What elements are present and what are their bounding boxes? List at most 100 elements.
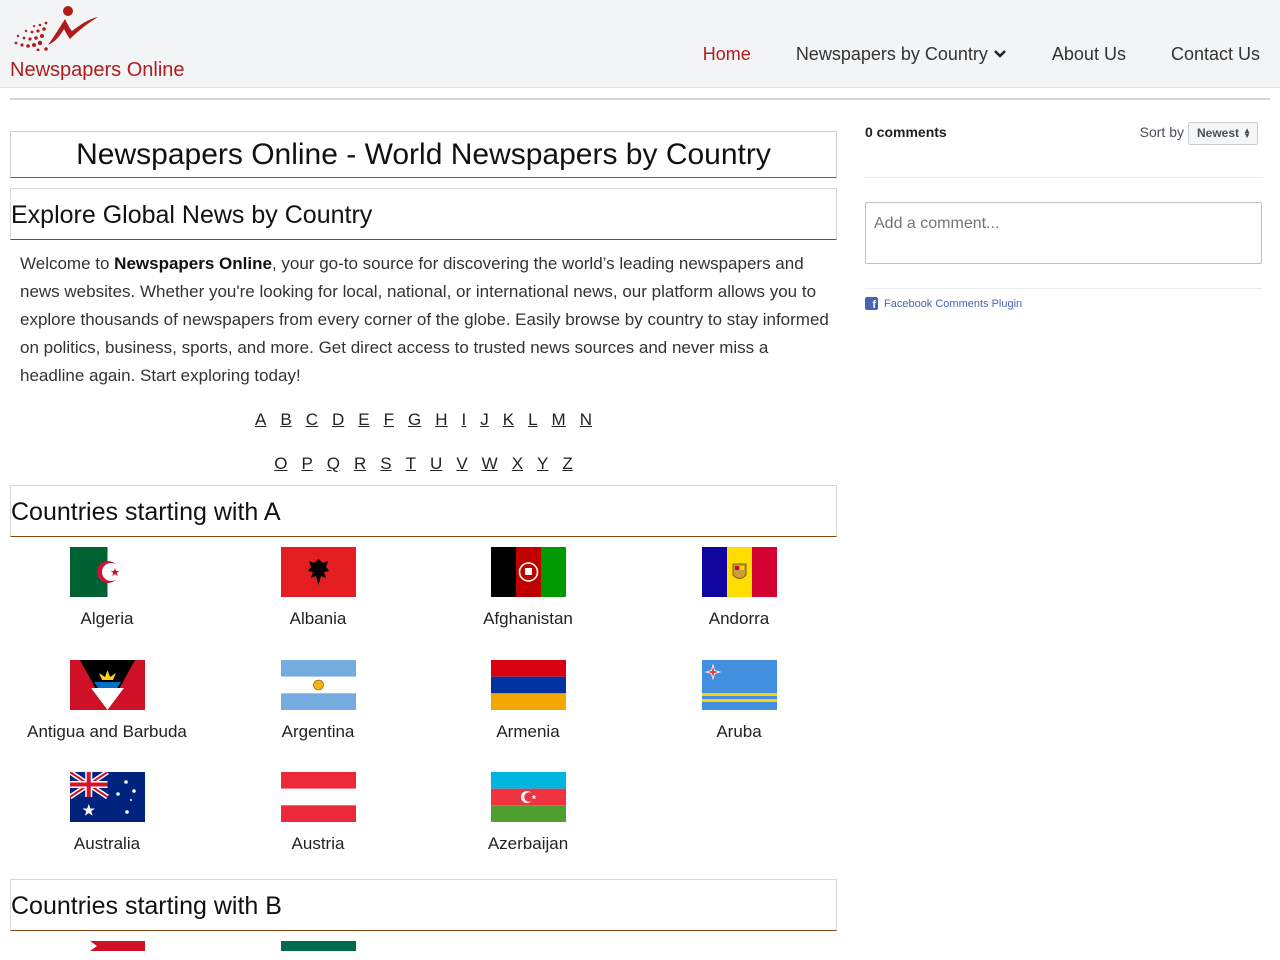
alphabet-nav-row-2: O P Q R S T U V W X Y Z xyxy=(10,454,837,478)
main-nav: Home Newspapers by Country About Us Cont… xyxy=(658,43,1260,65)
country-name: Australia xyxy=(73,834,141,853)
chevron-down-icon xyxy=(994,50,1006,58)
comment-input[interactable] xyxy=(865,202,1262,264)
country-name: Afghanistan xyxy=(483,609,573,628)
nav-home-label: Home xyxy=(702,44,751,64)
letter-link-n[interactable]: N xyxy=(580,410,592,434)
letter-link-z[interactable]: Z xyxy=(562,454,572,478)
country-card-azerbaijan[interactable]: Azerbaijan xyxy=(428,772,628,854)
country-card-bahrain[interactable] xyxy=(10,941,207,951)
letter-link-d[interactable]: D xyxy=(332,410,344,434)
country-name: Aruba xyxy=(716,722,762,741)
country-card-andorra[interactable]: Andorra xyxy=(639,547,839,629)
letter-link-f[interactable]: F xyxy=(384,410,394,434)
intro-paragraph: Welcome to Newspapers Online, your go-to… xyxy=(10,240,830,390)
country-name: Armenia xyxy=(496,722,560,741)
nav-about-us-label: About Us xyxy=(1051,44,1126,64)
country-name: Antigua and Barbuda xyxy=(27,722,187,741)
letter-link-v[interactable]: V xyxy=(456,454,467,478)
sort-select-value: Newest xyxy=(1197,126,1240,140)
section-a-heading: Countries starting with A xyxy=(10,485,837,537)
letter-link-t[interactable]: T xyxy=(406,454,416,478)
country-card-albania[interactable]: Albania xyxy=(218,547,418,629)
letter-link-r[interactable]: R xyxy=(354,454,366,478)
afghanistan-flag-icon xyxy=(490,547,566,597)
letter-link-l[interactable]: L xyxy=(528,410,537,434)
country-card-armenia[interactable]: Armenia xyxy=(428,660,628,742)
country-card-afghanistan[interactable]: Afghanistan xyxy=(428,547,628,629)
main-content: Newspapers Online - World Newspapers by … xyxy=(10,131,837,951)
comments-divider-bottom xyxy=(865,288,1262,289)
country-name: Albania xyxy=(289,609,347,628)
nav-contact-us-label: Contact Us xyxy=(1170,44,1260,64)
country-card-aruba[interactable]: Aruba xyxy=(639,660,839,742)
country-card-australia[interactable]: Australia xyxy=(7,772,207,854)
letter-link-q[interactable]: Q xyxy=(327,454,340,478)
comment-count: 0 comments xyxy=(865,124,947,140)
letter-link-g[interactable]: G xyxy=(408,410,421,434)
country-grid-b xyxy=(10,931,837,951)
letter-link-w[interactable]: W xyxy=(482,454,498,478)
sort-arrows-icon: ▲ ▼ xyxy=(1243,126,1251,140)
nav-home[interactable]: Home xyxy=(703,43,751,65)
nav-contact-us[interactable]: Contact Us xyxy=(1171,43,1260,65)
letter-link-o[interactable]: O xyxy=(274,454,287,478)
intro-brand: Newspapers Online xyxy=(114,254,272,273)
facebook-icon: f xyxy=(865,297,878,311)
header-divider xyxy=(10,98,1270,100)
letter-link-c[interactable]: C xyxy=(306,410,318,434)
letter-link-x[interactable]: X xyxy=(512,454,523,478)
azerbaijan-flag-icon xyxy=(490,772,566,822)
site-header: Newspapers Online Home Newspapers by Cou… xyxy=(0,0,1280,88)
country-card-bangladesh[interactable] xyxy=(218,941,418,951)
country-name: Azerbaijan xyxy=(487,834,569,853)
intro-text-start: Welcome to xyxy=(20,254,115,273)
sort-select[interactable]: Newest ▲ ▼ xyxy=(1188,122,1258,145)
letter-link-i[interactable]: I xyxy=(462,410,467,434)
country-card-argentina[interactable]: Argentina xyxy=(218,660,418,742)
algeria-flag-icon xyxy=(69,547,145,597)
letter-link-m[interactable]: M xyxy=(552,410,566,434)
country-grid-a: Algeria Albania Afghanistan Andorra Anti… xyxy=(10,537,837,879)
country-card-antigua-and-barbuda[interactable]: Antigua and Barbuda xyxy=(7,660,207,742)
argentina-flag-icon xyxy=(280,660,356,710)
australia-flag-icon xyxy=(69,772,145,822)
bangladesh-flag-icon xyxy=(280,941,356,951)
letter-link-p[interactable]: P xyxy=(301,454,312,478)
antigua-and-barbuda-flag-icon xyxy=(69,660,145,710)
letter-link-e[interactable]: E xyxy=(358,410,369,434)
aruba-flag-icon xyxy=(701,660,777,710)
explore-heading: Explore Global News by Country xyxy=(10,188,837,240)
nav-newspapers-by-country-label: Newspapers by Country xyxy=(795,44,988,64)
facebook-plugin-label: Facebook Comments Plugin xyxy=(884,297,1023,310)
letter-link-u[interactable]: U xyxy=(430,454,442,478)
nav-newspapers-by-country[interactable]: Newspapers by Country xyxy=(796,43,1007,65)
armenia-flag-icon xyxy=(490,660,566,710)
country-card-austria[interactable]: Austria xyxy=(218,772,418,854)
country-name: Argentina xyxy=(281,722,355,741)
austria-flag-icon xyxy=(280,772,356,822)
comments-divider xyxy=(865,177,1262,178)
site-logo-text[interactable]: Newspapers Online xyxy=(10,59,185,81)
albania-flag-icon xyxy=(280,547,356,597)
section-b-heading: Countries starting with B xyxy=(10,879,837,931)
andorra-flag-icon xyxy=(701,547,777,597)
letter-link-k[interactable]: K xyxy=(503,410,514,434)
country-name: Algeria xyxy=(80,609,134,628)
letter-link-j[interactable]: J xyxy=(480,410,489,434)
letter-link-y[interactable]: Y xyxy=(537,454,548,478)
letter-link-h[interactable]: H xyxy=(435,410,447,434)
sort-label: Sort by xyxy=(1139,124,1184,140)
letter-link-s[interactable]: S xyxy=(380,454,391,478)
page-title: Newspapers Online - World Newspapers by … xyxy=(10,131,837,178)
letter-link-b[interactable]: B xyxy=(280,410,291,434)
country-name: Austria xyxy=(291,834,345,853)
intro-text-end: , your go-to source for discovering the … xyxy=(20,254,829,385)
nav-about-us[interactable]: About Us xyxy=(1052,43,1126,65)
logo-icon[interactable] xyxy=(10,5,100,51)
country-card-algeria[interactable]: Algeria xyxy=(7,547,207,629)
letter-link-a[interactable]: A xyxy=(255,410,266,434)
bahrain-flag-icon xyxy=(69,941,145,951)
alphabet-nav-row-1: A B C D E F G H I J K L M N xyxy=(10,410,837,434)
facebook-plugin-link[interactable]: f Facebook Comments Plugin xyxy=(865,297,1023,311)
